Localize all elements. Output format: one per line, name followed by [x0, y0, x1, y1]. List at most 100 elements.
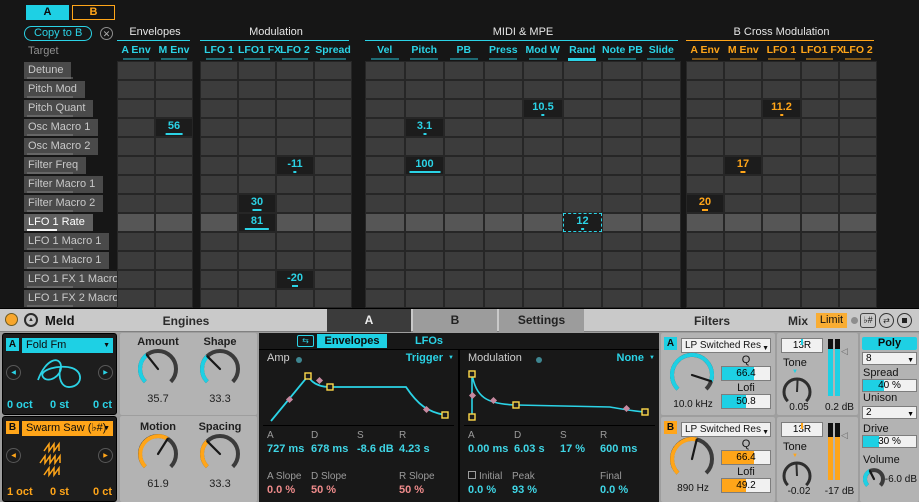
matrix-cell[interactable]: [365, 175, 405, 194]
matrix-cell[interactable]: [484, 118, 523, 137]
matrix-cell[interactable]: [839, 99, 877, 118]
column-header-spread[interactable]: Spread: [314, 44, 352, 57]
matrix-cell[interactable]: [405, 137, 444, 156]
matrix-cell[interactable]: [405, 251, 444, 270]
matrix-cell[interactable]: [444, 251, 484, 270]
matrix-cell[interactable]: [563, 61, 602, 80]
spacing-knob[interactable]: [199, 433, 241, 475]
matrix-cell[interactable]: [276, 251, 314, 270]
matrix-cell[interactable]: [405, 61, 444, 80]
engine-b-next-button[interactable]: ▶: [98, 448, 113, 463]
matrix-cell[interactable]: [276, 194, 314, 213]
matrix-cell[interactable]: [602, 80, 642, 99]
matrix-cell[interactable]: [642, 270, 681, 289]
matrix-cell[interactable]: [642, 80, 681, 99]
row-label-lfo-1-macro-1[interactable]: LFO 1 Macro 1: [24, 252, 109, 269]
matrix-cell[interactable]: [117, 251, 155, 270]
matrix-cell[interactable]: [117, 156, 155, 175]
matrix-cell[interactable]: [563, 194, 602, 213]
env-param-r[interactable]: R4.23 s: [399, 430, 430, 455]
matrix-cell[interactable]: [276, 232, 314, 251]
matrix-cell[interactable]: [563, 118, 602, 137]
column-header-lfo-2[interactable]: LFO 2: [276, 44, 314, 57]
matrix-cell[interactable]: [563, 251, 602, 270]
matrix-cell[interactable]: [238, 137, 276, 156]
matrix-cell[interactable]: [405, 175, 444, 194]
matrix-cell[interactable]: [444, 194, 484, 213]
engine-b-cents[interactable]: 0 ct: [93, 486, 112, 498]
matrix-tab-a[interactable]: A: [26, 5, 69, 20]
matrix-cell[interactable]: [642, 194, 681, 213]
mix-b-level-value[interactable]: -17 dB: [821, 486, 858, 497]
matrix-cell[interactable]: [686, 156, 724, 175]
unison-selector[interactable]: 2▼: [862, 406, 917, 419]
matrix-cell[interactable]: [405, 194, 444, 213]
matrix-cell[interactable]: [200, 80, 238, 99]
matrix-cell[interactable]: [724, 289, 762, 308]
column-header-a-env[interactable]: A Env: [117, 44, 155, 57]
matrix-cell[interactable]: [642, 175, 681, 194]
env-param-value[interactable]: 678 ms: [311, 443, 348, 455]
env-param-r[interactable]: R600 ms: [600, 430, 637, 455]
matrix-cell[interactable]: [314, 137, 352, 156]
matrix-cell[interactable]: [200, 289, 238, 308]
poly-mode-button[interactable]: Poly: [862, 337, 917, 350]
modulation-envelope-graph[interactable]: [464, 367, 655, 426]
save-preset-icon[interactable]: [897, 313, 912, 328]
column-header-lfo-1[interactable]: LFO 1: [762, 44, 800, 57]
matrix-cell[interactable]: [642, 156, 681, 175]
matrix-cell[interactable]: [839, 194, 877, 213]
matrix-cell[interactable]: [314, 194, 352, 213]
matrix-cell[interactable]: [405, 80, 444, 99]
matrix-cell-value[interactable]: 20: [686, 194, 724, 213]
matrix-cell[interactable]: [444, 156, 484, 175]
drive-field[interactable]: 30 %: [862, 435, 917, 448]
matrix-cell[interactable]: [314, 156, 352, 175]
matrix-cell[interactable]: [155, 80, 193, 99]
matrix-cell[interactable]: [602, 118, 642, 137]
matrix-cell[interactable]: [155, 99, 193, 118]
matrix-cell[interactable]: [117, 61, 155, 80]
env-param-a[interactable]: A0.00 ms: [468, 430, 508, 455]
matrix-cell[interactable]: [762, 61, 801, 80]
tab-settings[interactable]: Settings: [499, 309, 584, 332]
env-param-final[interactable]: Final0.0 %: [600, 471, 628, 496]
matrix-cell[interactable]: [155, 289, 193, 308]
matrix-cell[interactable]: [405, 289, 444, 308]
matrix-cell[interactable]: [484, 251, 523, 270]
mix-a-level-value[interactable]: 0.2 dB: [821, 402, 858, 413]
matrix-cell[interactable]: [642, 137, 681, 156]
matrix-cell[interactable]: [314, 289, 352, 308]
matrix-cell[interactable]: [314, 99, 352, 118]
env-param-d[interactable]: D6.03 s: [514, 430, 545, 455]
matrix-cell[interactable]: [484, 194, 523, 213]
matrix-cell[interactable]: [117, 80, 155, 99]
matrix-cell[interactable]: [642, 61, 681, 80]
matrix-cell[interactable]: [200, 251, 238, 270]
matrix-cell[interactable]: [686, 175, 724, 194]
matrix-cell[interactable]: [238, 251, 276, 270]
matrix-cell[interactable]: [155, 213, 193, 232]
matrix-cell[interactable]: [801, 232, 839, 251]
mix-a-pan-field[interactable]: 13R: [781, 338, 823, 353]
matrix-cell[interactable]: [724, 80, 762, 99]
matrix-cell[interactable]: [200, 175, 238, 194]
matrix-cell[interactable]: [200, 232, 238, 251]
matrix-cell[interactable]: [563, 289, 602, 308]
matrix-cell[interactable]: [724, 99, 762, 118]
matrix-cell[interactable]: [484, 289, 523, 308]
matrix-cell[interactable]: [365, 137, 405, 156]
matrix-cell[interactable]: [801, 61, 839, 80]
matrix-cell[interactable]: [602, 232, 642, 251]
matrix-cell[interactable]: [523, 61, 563, 80]
env-param-value[interactable]: 4.23 s: [399, 443, 430, 455]
matrix-cell[interactable]: [365, 270, 405, 289]
matrix-cell[interactable]: [200, 270, 238, 289]
column-header-press[interactable]: Press: [484, 44, 524, 57]
matrix-cell[interactable]: [724, 232, 762, 251]
matrix-cell[interactable]: [276, 80, 314, 99]
env-param-value[interactable]: 93 %: [512, 484, 537, 496]
matrix-cell[interactable]: [686, 232, 724, 251]
matrix-cell[interactable]: [839, 80, 877, 99]
column-header-a-env[interactable]: A Env: [686, 44, 724, 57]
